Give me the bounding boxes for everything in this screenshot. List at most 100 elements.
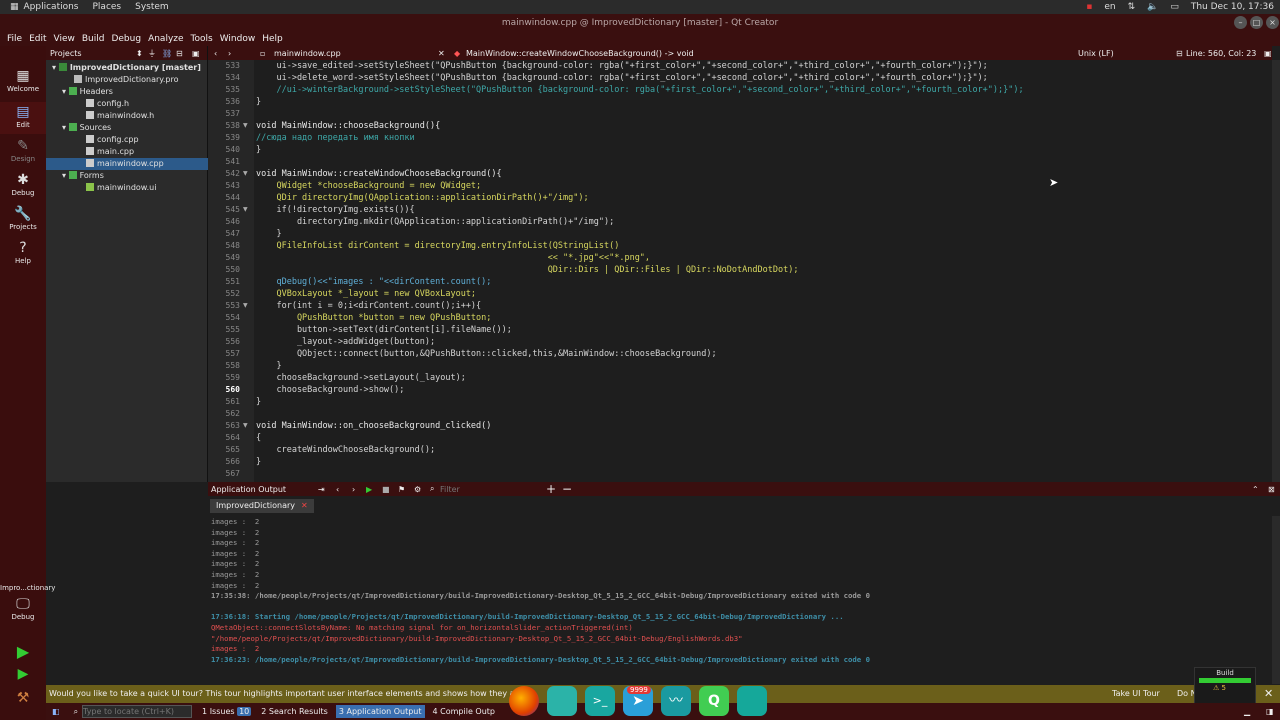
system-monitor-icon[interactable]: 〰 xyxy=(661,686,691,716)
close-tab-icon[interactable]: ✕ xyxy=(301,501,308,510)
maximize-panel-icon[interactable]: ⌃ xyxy=(1252,485,1259,494)
output-tab[interactable]: ImprovedDictionary ✕ xyxy=(210,499,314,513)
debug-run-button[interactable]: ▶ xyxy=(0,666,46,682)
forward-icon[interactable]: › xyxy=(228,49,231,58)
minimize-icon[interactable]: – xyxy=(1234,16,1247,29)
kit-selector[interactable]: Impro...ctionary 🖵 Debug xyxy=(0,584,55,621)
screenshot-icon[interactable] xyxy=(737,686,767,716)
tab-number: 2 xyxy=(261,707,267,716)
tree-item-sources[interactable]: ▾ Sources xyxy=(46,122,208,134)
take-tour-button[interactable]: Take UI Tour xyxy=(1112,685,1160,703)
toggle-output-icon[interactable]: ◨ xyxy=(1266,707,1274,716)
status-tab-compile-output[interactable]: 4 Compile Outp xyxy=(433,707,495,716)
tree-item-config-h[interactable]: config.h xyxy=(46,98,208,110)
network-icon[interactable]: ⇅ xyxy=(1128,2,1136,12)
menu-tools[interactable]: Tools xyxy=(191,34,213,44)
menu-analyze[interactable]: Analyze xyxy=(148,34,183,44)
menu-build[interactable]: Build xyxy=(82,34,105,44)
status-tab-application-output[interactable]: 3 Application Output xyxy=(335,705,425,718)
stop-icon[interactable]: ■ xyxy=(382,485,390,494)
rerun-icon[interactable]: ▶ xyxy=(366,485,372,494)
editor-scrollbar[interactable] xyxy=(1272,60,1280,482)
dropdown-icon[interactable]: ⬍ xyxy=(136,49,143,58)
split-icon[interactable]: ▣ xyxy=(1264,49,1272,58)
mode-design[interactable]: ✎ Design xyxy=(0,138,46,163)
locator-input[interactable] xyxy=(82,705,193,718)
places-menu[interactable]: Places xyxy=(93,2,122,12)
build-progress-badge[interactable]: Build ⚠ 5 xyxy=(1194,667,1256,705)
qt-creator-icon[interactable]: Q xyxy=(699,686,729,716)
firefox-icon[interactable] xyxy=(509,686,539,716)
battery-icon[interactable]: ▭ xyxy=(1170,2,1179,12)
menu-window[interactable]: Window xyxy=(220,34,256,44)
close-panel-icon[interactable]: ⊠ xyxy=(1268,485,1275,494)
output-filter-input[interactable] xyxy=(440,483,540,495)
build-button[interactable]: ⚒ xyxy=(0,690,46,706)
close-document-icon[interactable]: ✕ xyxy=(438,49,445,58)
attach-icon[interactable]: ⚑ xyxy=(398,485,405,494)
mode-welcome[interactable]: ▦ Welcome xyxy=(0,68,46,93)
mode-help[interactable]: ? Help xyxy=(0,240,46,265)
menu-help[interactable]: Help xyxy=(262,34,283,44)
projects-view-selector[interactable]: Projects xyxy=(50,49,82,58)
output-scrollbar[interactable] xyxy=(1272,516,1280,684)
warning-count: 5 xyxy=(1221,684,1226,692)
filter-icon[interactable]: ⏚ xyxy=(148,48,156,59)
apps-grid-icon[interactable]: ▦ xyxy=(10,2,19,12)
status-tab-issues[interactable]: 1 Issues 10 xyxy=(202,707,252,716)
tree-item-pro[interactable]: ImprovedDictionary.pro xyxy=(46,74,208,86)
toggle-sidebar-icon[interactable]: ◧ xyxy=(52,707,60,716)
maximize-icon[interactable]: □ xyxy=(1250,16,1263,29)
run-button[interactable]: ▶ xyxy=(0,642,46,661)
progress-toggle-icon[interactable]: ▁ xyxy=(1244,707,1250,716)
add-icon[interactable]: + xyxy=(546,482,556,496)
tree-item-main-cpp[interactable]: main.cpp xyxy=(46,146,208,158)
system-menu[interactable]: System xyxy=(135,2,169,12)
symbol-selector[interactable]: MainWindow::createWindowChooseBackground… xyxy=(466,49,694,58)
close-tour-icon[interactable]: ✕ xyxy=(1264,685,1273,703)
code-area[interactable]: ui->save_edited->setStyleSheet("QPushBut… xyxy=(208,60,1272,482)
mode-debug[interactable]: ✱ Debug xyxy=(0,172,46,197)
tree-item-mainwindow-h[interactable]: mainwindow.h xyxy=(46,110,208,122)
split-editor-icon[interactable]: ⊟ xyxy=(1176,49,1183,58)
volume-icon[interactable]: 🔈 xyxy=(1147,2,1158,12)
menu-edit[interactable]: Edit xyxy=(29,34,46,44)
tree-item-headers[interactable]: ▾ Headers xyxy=(46,86,208,98)
menu-debug[interactable]: Debug xyxy=(111,34,141,44)
terminal-icon[interactable]: >_ xyxy=(585,686,615,716)
wrap-icon[interactable]: ⇥ xyxy=(318,485,325,494)
tree-item-forms[interactable]: ▾ Forms xyxy=(46,170,208,182)
back-icon[interactable]: ‹ xyxy=(214,49,217,58)
tree-item-config-cpp[interactable]: config.cpp xyxy=(46,134,208,146)
line-ending-selector[interactable]: Unix (LF) xyxy=(1078,49,1114,58)
settings-icon[interactable]: ⚙ xyxy=(414,485,421,494)
applications-menu[interactable]: Applications xyxy=(24,2,79,12)
tray-icon[interactable]: ▪ xyxy=(1086,2,1092,12)
menu-view[interactable]: View xyxy=(54,34,75,44)
minus-icon[interactable]: − xyxy=(562,482,572,496)
mode-projects[interactable]: 🔧 Projects xyxy=(0,206,46,231)
language-indicator[interactable]: en xyxy=(1104,2,1115,12)
code-line: button->setText(dirContent[i].fileName()… xyxy=(256,325,512,335)
prev-icon[interactable]: ‹ xyxy=(336,485,339,494)
close-window-icon[interactable]: × xyxy=(1266,16,1279,29)
status-tab-search-results[interactable]: 2 Search Results xyxy=(261,707,328,716)
tree-item-mainwindow-ui[interactable]: mainwindow.ui xyxy=(46,182,208,194)
link-icon[interactable]: ⛓ xyxy=(162,49,172,58)
cpp-file-icon xyxy=(86,159,94,167)
mode-label: Welcome xyxy=(6,85,40,93)
menu-file[interactable]: File xyxy=(7,34,22,44)
files-icon[interactable] xyxy=(547,686,577,716)
build-label: Build xyxy=(1216,669,1234,677)
open-document-selector[interactable]: mainwindow.cpp xyxy=(274,49,341,58)
tree-item-label: mainwindow.cpp xyxy=(97,159,164,168)
tree-item-project[interactable]: ▾ ImprovedDictionary [master] xyxy=(46,62,208,74)
tree-item-mainwindow-cpp[interactable]: mainwindow.cpp xyxy=(46,158,208,170)
close-pane-icon[interactable]: ▣ xyxy=(192,49,200,58)
mode-edit[interactable]: ▤ Edit xyxy=(0,102,46,134)
clock[interactable]: Thu Dec 10, 17:36 xyxy=(1191,2,1274,12)
split-icon[interactable]: ⊟ xyxy=(176,49,183,58)
next-icon[interactable]: › xyxy=(352,485,355,494)
cursor-position[interactable]: Line: 560, Col: 23 xyxy=(1186,49,1256,58)
output-log[interactable]: images : 2 images : 2 images : 2 images : 2… xyxy=(208,516,1268,686)
